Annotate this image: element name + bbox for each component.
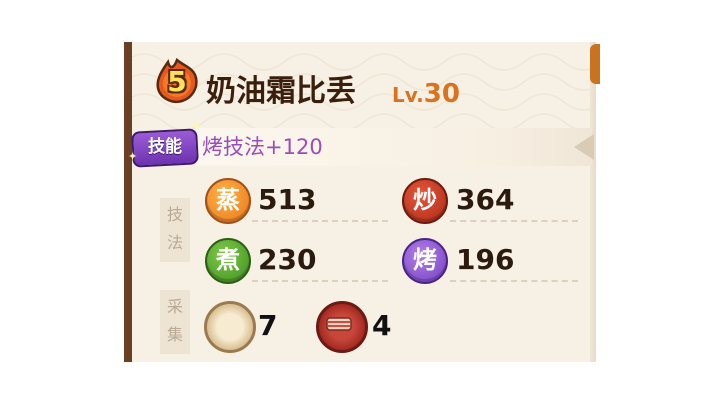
boil-icon: 煮 bbox=[205, 238, 251, 284]
skill-badge-label: 技能 bbox=[148, 137, 182, 157]
technique-label-top: 技 bbox=[166, 205, 183, 224]
divider bbox=[252, 280, 388, 282]
stir-fry-icon: 炒 bbox=[402, 178, 448, 224]
stir-fry-value: 364 bbox=[456, 183, 515, 216]
rarity-number: 5 bbox=[167, 65, 187, 98]
chef-name: 奶油霜比丢 bbox=[206, 74, 356, 109]
bun-icon bbox=[204, 301, 256, 353]
technique-label-bottom: 法 bbox=[166, 233, 183, 252]
sparkle-icon: ✦ bbox=[128, 150, 138, 163]
steam-value: 513 bbox=[258, 183, 317, 216]
card-right-edge bbox=[590, 42, 596, 362]
card-corner-tab bbox=[590, 44, 600, 84]
boil-value: 230 bbox=[258, 243, 317, 276]
divider bbox=[450, 220, 578, 222]
gather-label-top: 采 bbox=[166, 297, 183, 316]
bun-count: 7 bbox=[258, 309, 278, 342]
level-prefix: Lv. bbox=[392, 83, 424, 107]
chef-level: Lv.30 bbox=[392, 72, 460, 112]
roast-value: 196 bbox=[456, 243, 515, 276]
divider bbox=[450, 280, 578, 282]
skill-description: 烤技法+120 bbox=[202, 135, 323, 159]
card-left-border bbox=[124, 42, 132, 362]
meat-icon bbox=[316, 301, 368, 353]
divider bbox=[252, 220, 388, 222]
steam-icon: 蒸 bbox=[205, 178, 251, 224]
meat-count: 4 bbox=[372, 309, 392, 342]
sparkle-icon: ✦ bbox=[190, 119, 202, 135]
meat-slice-icon bbox=[326, 317, 352, 331]
roast-icon: 烤 bbox=[402, 238, 448, 284]
gather-label-bottom: 集 bbox=[166, 325, 183, 344]
skill-band-arrow bbox=[574, 134, 594, 160]
level-number: 30 bbox=[423, 79, 460, 109]
